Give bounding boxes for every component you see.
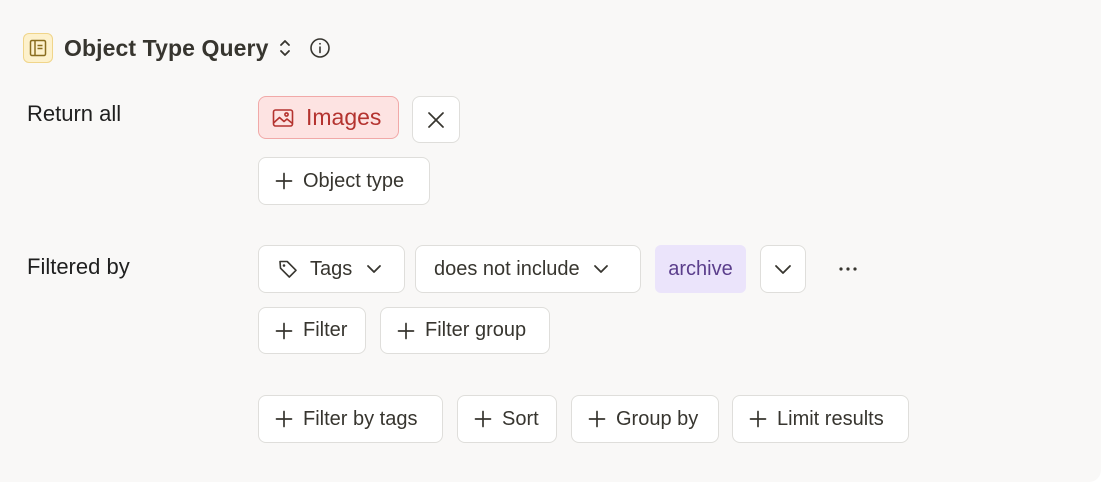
image-icon (272, 108, 294, 128)
add-object-type-button[interactable]: Object type (258, 157, 430, 205)
add-filter-label: Filter (303, 319, 348, 341)
add-filter-button[interactable]: Filter (258, 307, 366, 354)
object-type-chip-images[interactable]: Images (258, 96, 399, 139)
limit-results-label: Limit results (777, 407, 884, 430)
chevron-up-down-icon[interactable] (278, 37, 292, 59)
info-icon[interactable] (309, 37, 331, 59)
return-all-label: Return all (27, 101, 122, 126)
group-by-button[interactable]: Group by (571, 395, 719, 443)
more-options-icon[interactable] (833, 256, 863, 282)
add-filter-group-label: Filter group (425, 319, 527, 341)
plus-icon (397, 322, 415, 340)
add-object-type-label: Object type (303, 169, 405, 192)
query-panel: Object Type Query Return all Images Obje… (0, 0, 1101, 482)
add-filter-group-button[interactable]: Filter group (380, 307, 550, 354)
chevron-down-icon (774, 264, 792, 275)
plus-icon (588, 410, 606, 428)
query-header: Object Type Query (23, 32, 331, 64)
filter-property-label: Tags (310, 257, 353, 280)
plus-icon (275, 410, 293, 428)
filter-value-chip[interactable]: archive (655, 245, 746, 293)
filter-operator-label: does not include (434, 257, 580, 280)
filter-operator-dropdown[interactable]: does not include (415, 245, 641, 293)
plus-icon (474, 410, 492, 428)
plus-icon (275, 172, 293, 190)
limit-results-button[interactable]: Limit results (732, 395, 909, 443)
object-type-chip-label: Images (306, 104, 382, 130)
chevron-down-icon (593, 264, 609, 274)
tag-icon (278, 259, 298, 279)
group-by-label: Group by (616, 407, 699, 430)
close-icon (427, 111, 445, 129)
sort-label: Sort (502, 407, 539, 430)
query-panel-icon (23, 33, 53, 63)
plus-icon (275, 322, 293, 340)
page-title: Object Type Query (64, 34, 269, 61)
remove-object-type-button[interactable] (412, 96, 460, 143)
sort-button[interactable]: Sort (457, 395, 557, 443)
filter-value-dropdown-button[interactable] (760, 245, 806, 293)
filter-by-tags-button[interactable]: Filter by tags (258, 395, 443, 443)
filtered-by-label: Filtered by (27, 254, 130, 279)
plus-icon (749, 410, 767, 428)
filter-by-tags-label: Filter by tags (303, 407, 418, 430)
filter-property-dropdown[interactable]: Tags (258, 245, 405, 293)
chevron-down-icon (366, 264, 382, 274)
